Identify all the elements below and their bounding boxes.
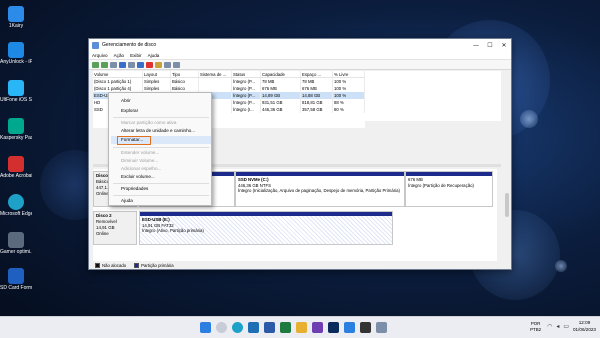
menu-item-propriedades[interactable]: Propriedades — [121, 186, 148, 191]
table-row[interactable]: (Disco 1 partição 4) Simples Básico Ínte… — [93, 85, 365, 92]
col-sistema[interactable]: Sistema de ... — [199, 71, 232, 77]
menu-separator — [113, 147, 209, 148]
col-espaco[interactable]: Espaço ... — [301, 71, 333, 77]
col-status[interactable]: Status — [232, 71, 261, 77]
menu-arquivo[interactable]: Arquivo — [92, 53, 108, 58]
maximize-button[interactable]: ☐ — [483, 39, 497, 51]
game-optimizer-icon — [8, 232, 24, 248]
edge-icon — [8, 194, 24, 210]
disk-map-scrollbar[interactable] — [505, 173, 509, 257]
list-icon[interactable] — [173, 61, 180, 68]
volume-scrollbar[interactable] — [505, 71, 509, 121]
col-layout[interactable]: Layout — [143, 71, 171, 77]
partition-esd-usb-e[interactable]: ESD-USB (E:) 14,91 GB FAT32 Íntegro (Ati… — [139, 211, 393, 245]
menu-item-ajuda[interactable]: Ajuda — [121, 198, 133, 203]
help-icon[interactable] — [119, 61, 126, 68]
sd-card-icon — [8, 268, 24, 284]
folder-icon[interactable] — [155, 61, 162, 68]
scrollbar-thumb[interactable] — [505, 193, 509, 217]
desktop-icon-anyunlock[interactable]: AnyUnlock - iPhone Pas... — [0, 42, 32, 65]
primary-partition-swatch — [134, 262, 140, 268]
unallocated-swatch — [95, 262, 100, 268]
outlook-icon[interactable] — [248, 322, 259, 333]
menu-item-estender: Estender volume... — [121, 150, 160, 155]
desktop-icon-1kairy[interactable]: 1Kairy — [0, 6, 32, 29]
word-icon[interactable] — [264, 322, 275, 333]
edge-icon[interactable] — [232, 322, 243, 333]
refresh-icon[interactable] — [137, 61, 144, 68]
start-icon[interactable] — [200, 322, 211, 333]
menu-item-excluir[interactable]: Excluir volume... — [121, 174, 155, 179]
menu-ajuda[interactable]: Ajuda — [148, 53, 160, 58]
partition-recovery[interactable]: 676 MB Íntegro (Partição de Recuperação) — [405, 171, 493, 207]
menu-item-formatar[interactable]: Formatar... — [121, 137, 143, 142]
window-controls: — ☐ ✕ — [469, 39, 511, 51]
forward-icon[interactable] — [101, 61, 108, 68]
menu-separator — [113, 183, 209, 184]
close-button[interactable]: ✕ — [497, 39, 511, 51]
menu-exibir[interactable]: Exibir — [130, 53, 142, 58]
terminal-icon[interactable] — [360, 322, 371, 333]
volume-table-header: Volume Layout Tipo Sistema de ... Status… — [93, 71, 365, 78]
disk-label[interactable]: Disco 2 Removível 14,91 GB Online — [93, 211, 137, 245]
desktop-icon-edge[interactable]: Microsoft Edge — [0, 194, 32, 217]
clock[interactable]: 12:09 01/06/2023 — [573, 320, 596, 333]
menu-item-alterar-letra[interactable]: Alterar letra de unidade e caminho... — [121, 128, 195, 133]
disk-row-disco-2: Disco 2 Removível 14,91 GB Online ESD-US… — [93, 211, 497, 245]
disk-management-taskbar-icon[interactable] — [376, 322, 387, 333]
desktop-icon-kaspersky[interactable]: Kaspersky Passwor... — [0, 118, 32, 141]
window-title: Gerenciamento de disco — [102, 42, 157, 48]
desktop-icon-gamer-optimizer[interactable]: Gamer optimi... — [0, 232, 32, 255]
taskbar: POR PTB2 ◠ ◂ ▭ 12:09 01/06/2023 — [0, 316, 600, 338]
kaspersky-icon — [8, 118, 24, 134]
context-menu: Abrir Explorar Marcar partição como ativ… — [108, 92, 212, 206]
wifi-icon[interactable]: ◠ — [547, 323, 552, 330]
desktop-icon-ultfone[interactable]: UltFone iOS System Re... — [0, 80, 32, 103]
photoshop-icon[interactable] — [328, 322, 339, 333]
lock-app-icon — [8, 42, 24, 58]
properties-icon[interactable] — [128, 61, 135, 68]
col-livre[interactable]: % Livre — [333, 71, 365, 77]
app-icon — [8, 6, 24, 22]
menu-item-espelho: Adicionar espelho... — [121, 166, 162, 171]
legend: Não alocado Partição primária — [93, 261, 497, 269]
desktop-icon-acrobat[interactable]: Adobe Acrobat — [0, 156, 32, 179]
file-explorer-icon[interactable] — [296, 322, 307, 333]
table-row[interactable]: (Disco 1 partição 1) Simples Básico Ínte… — [93, 78, 365, 85]
menu-separator — [113, 195, 209, 196]
volume-table-empty-area — [365, 71, 501, 121]
battery-icon[interactable]: ▭ — [563, 323, 569, 330]
col-volume[interactable]: Volume — [93, 71, 143, 77]
search-icon[interactable] — [216, 322, 227, 333]
menu-item-abrir[interactable]: Abrir — [121, 98, 131, 103]
menu-acao[interactable]: Ação — [114, 53, 124, 58]
disk-management-icon — [92, 41, 99, 49]
title-bar[interactable]: Gerenciamento de disco — ☐ ✕ — [89, 39, 511, 51]
partition-ssd-c[interactable]: SSD NVMe (C:) 446,36 GB NTFS Íntegro (In… — [235, 171, 405, 207]
desktop-icon-sd-card-formatter[interactable]: SD Card Formatter — [0, 268, 32, 291]
excel-icon[interactable] — [280, 322, 291, 333]
todo-icon[interactable] — [344, 322, 355, 333]
menu-separator — [113, 117, 209, 118]
language-indicator[interactable]: POR PTB2 — [530, 321, 541, 333]
back-icon[interactable] — [92, 61, 99, 68]
minimize-button[interactable]: — — [469, 39, 483, 51]
delete-icon[interactable] — [146, 61, 153, 68]
col-capacidade[interactable]: Capacidade — [261, 71, 301, 77]
repair-app-icon — [8, 80, 24, 96]
onenote-icon[interactable] — [312, 322, 323, 333]
menu-item-diminuir: Diminuir Volume... — [121, 158, 159, 163]
menu-item-marcar-ativa: Marcar partição como ativa — [121, 120, 177, 125]
system-tray: POR PTB2 ◠ ◂ ▭ 12:09 01/06/2023 — [530, 320, 596, 333]
toolbar — [89, 60, 511, 70]
console-tree-icon[interactable] — [110, 61, 117, 68]
menu-item-explorar[interactable]: Explorar — [121, 108, 138, 113]
col-tipo[interactable]: Tipo — [171, 71, 199, 77]
volume-icon[interactable]: ◂ — [556, 323, 559, 330]
menu-bar: Arquivo Ação Exibir Ajuda — [89, 51, 511, 60]
view-icon[interactable] — [164, 61, 171, 68]
acrobat-icon — [8, 156, 24, 172]
